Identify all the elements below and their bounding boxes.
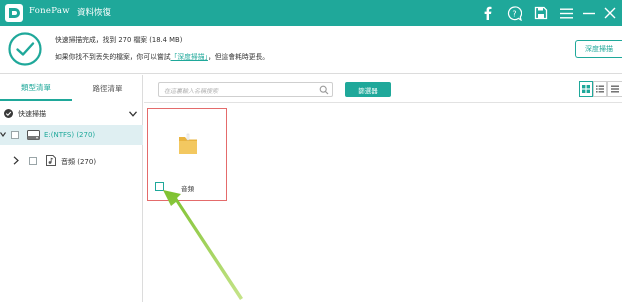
folder-icon — [179, 133, 197, 154]
file-card-audio[interactable]: 音頻 — [147, 108, 227, 201]
tree-item-audio[interactable]: 音頻 (270) — [0, 151, 143, 171]
close-icon[interactable] — [600, 3, 620, 23]
deep-scan-hint: 如果你找不到丟失的檔案，你可以嘗試「深度掃描」，但這會耗時更長。 — [55, 51, 269, 61]
chevron-down-icon[interactable] — [0, 131, 6, 138]
deep-scan-link[interactable]: 「深度掃描」 — [171, 53, 208, 61]
hint-suffix: ，但這會耗時更長。 — [207, 53, 270, 61]
chevron-right-icon[interactable] — [13, 156, 19, 165]
tab-type-list[interactable]: 類型清單 — [0, 75, 72, 101]
save-icon[interactable] — [531, 3, 551, 23]
main-panel: 在這裏輸入名稱搜索 篩選器 音頻 — [144, 75, 622, 302]
list-view-icon[interactable] — [593, 81, 607, 97]
grid-view-icon[interactable] — [579, 81, 593, 97]
app-window: FonePaw 資料恢復 ? 快速掃描完成，找到 270 檔案 (18.4 MB… — [0, 0, 622, 302]
card-thumbnail — [152, 113, 222, 180]
facebook-icon[interactable] — [478, 3, 498, 23]
audio-label: 音頻 (270) — [61, 158, 97, 166]
fonepaw-logo-icon — [5, 4, 23, 22]
filter-button[interactable]: 篩選器 — [345, 82, 391, 97]
chevron-down-icon[interactable] — [129, 111, 137, 117]
svg-text:?: ? — [512, 9, 516, 18]
scan-complete-icon — [8, 32, 42, 66]
menu-icon[interactable] — [556, 3, 576, 23]
search-icon[interactable] — [319, 85, 329, 95]
search-placeholder: 在這裏輸入名稱搜索 — [164, 88, 219, 95]
audio-file-icon — [46, 155, 56, 166]
toolbar-divider — [144, 102, 622, 103]
check-circle-icon — [4, 109, 13, 118]
sidebar: 類型清單 路徑清單 快速掃描 E:(NTFS) (270) 音頻 (270) — [0, 75, 143, 302]
title-bar: FonePaw 資料恢復 ? — [0, 0, 622, 26]
drive-label: E:(NTFS) (270) — [44, 131, 96, 139]
scan-status-bar: 快速掃描完成，找到 270 檔案 (18.4 MB) 如果你找不到丟失的檔案，你… — [0, 26, 622, 74]
hint-prefix: 如果你找不到丟失的檔案，你可以嘗試 — [55, 53, 171, 61]
detail-view-icon[interactable] — [607, 81, 622, 97]
view-switcher — [579, 81, 622, 97]
help-icon[interactable]: ? — [504, 3, 524, 23]
tab-path-list[interactable]: 路徑清單 — [72, 75, 143, 101]
scan-result-text: 快速掃描完成，找到 270 檔案 (18.4 MB) — [55, 36, 183, 44]
audio-checkbox[interactable] — [29, 157, 37, 165]
sidebar-tabs: 類型清單 路徑清單 — [0, 75, 143, 101]
card-label: 音頻 — [181, 185, 194, 193]
search-input[interactable]: 在這裏輸入名稱搜索 — [158, 82, 333, 97]
minimize-icon[interactable] — [579, 3, 599, 23]
app-title: 資料恢復 — [77, 8, 112, 18]
drive-checkbox[interactable] — [11, 131, 19, 139]
tree-item-drive[interactable]: E:(NTFS) (270) — [0, 125, 143, 145]
hard-drive-icon — [27, 130, 40, 140]
brand-name: FonePaw — [29, 6, 70, 16]
quick-scan-label: 快速掃描 — [18, 110, 46, 118]
deep-scan-button[interactable]: 深度掃描 — [575, 40, 622, 58]
card-checkbox[interactable] — [155, 182, 164, 191]
tree-item-quick-scan[interactable]: 快速掃描 — [0, 104, 143, 124]
